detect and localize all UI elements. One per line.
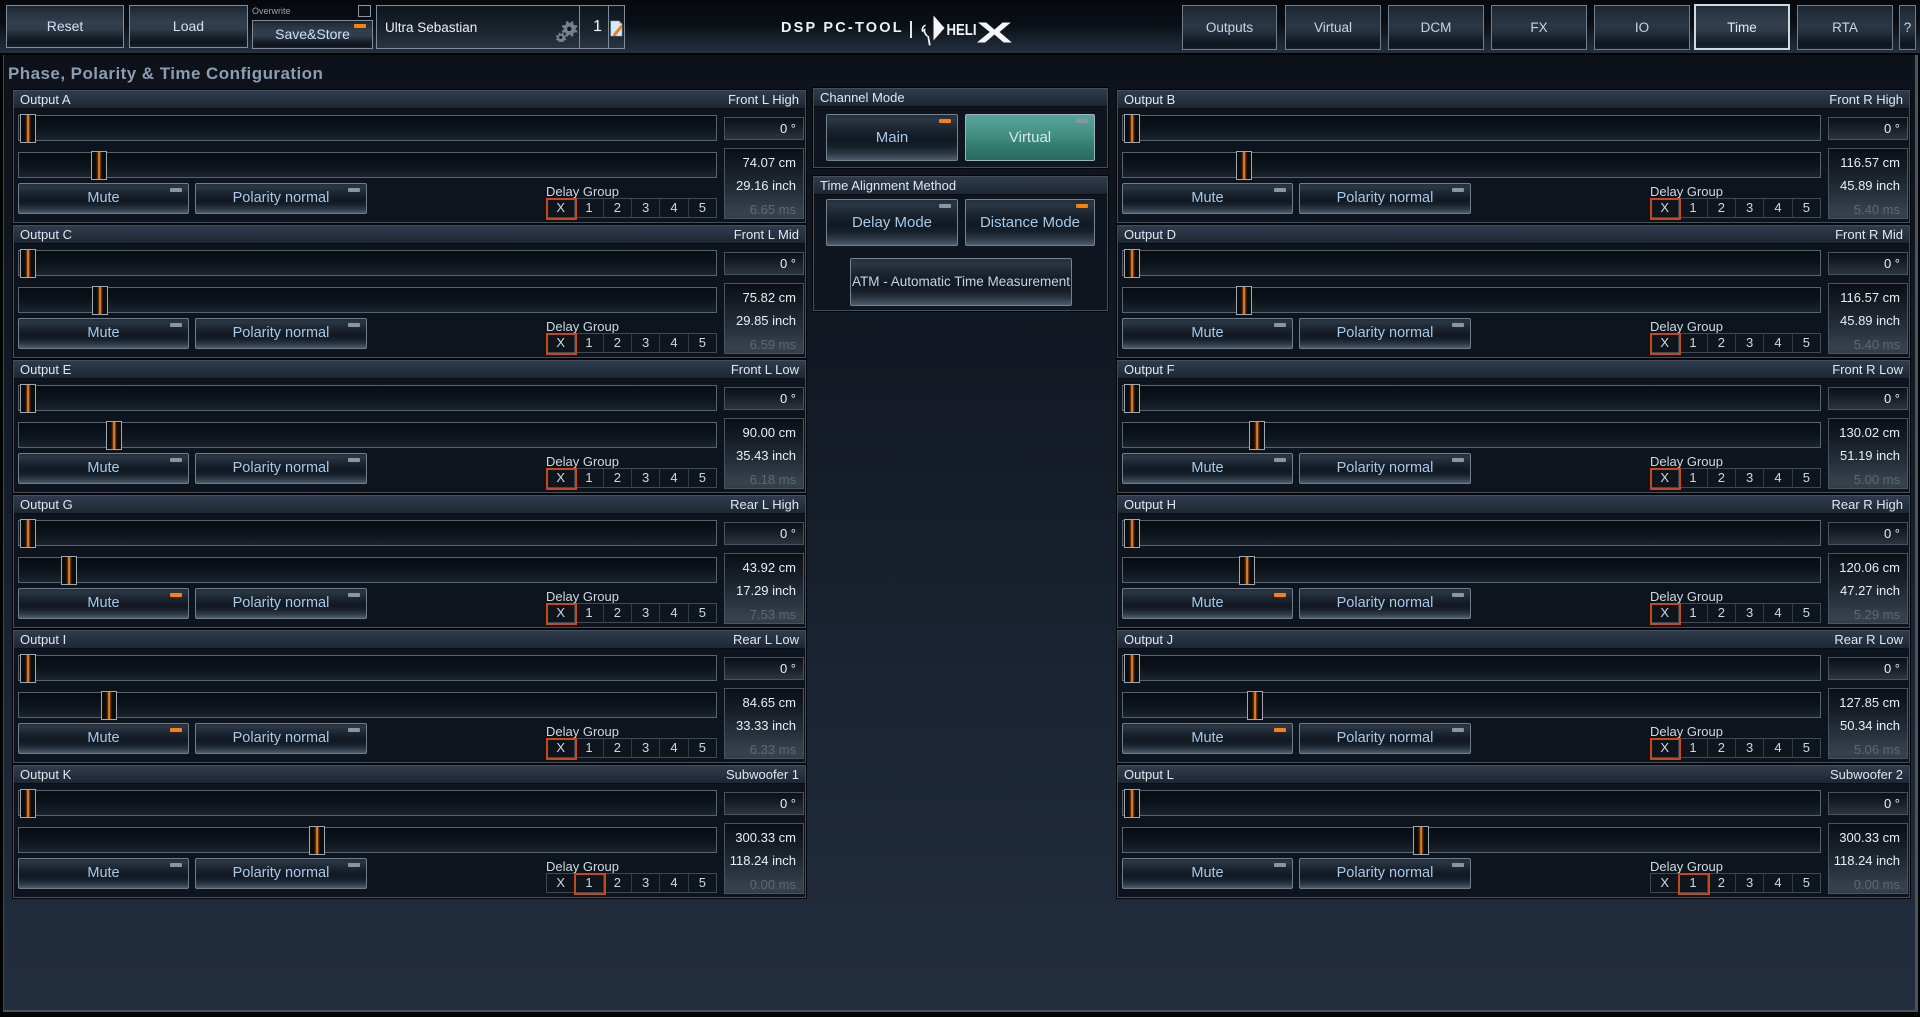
svg-text:HELI: HELI [947,22,977,39]
svg-text:X: X [977,17,1013,48]
